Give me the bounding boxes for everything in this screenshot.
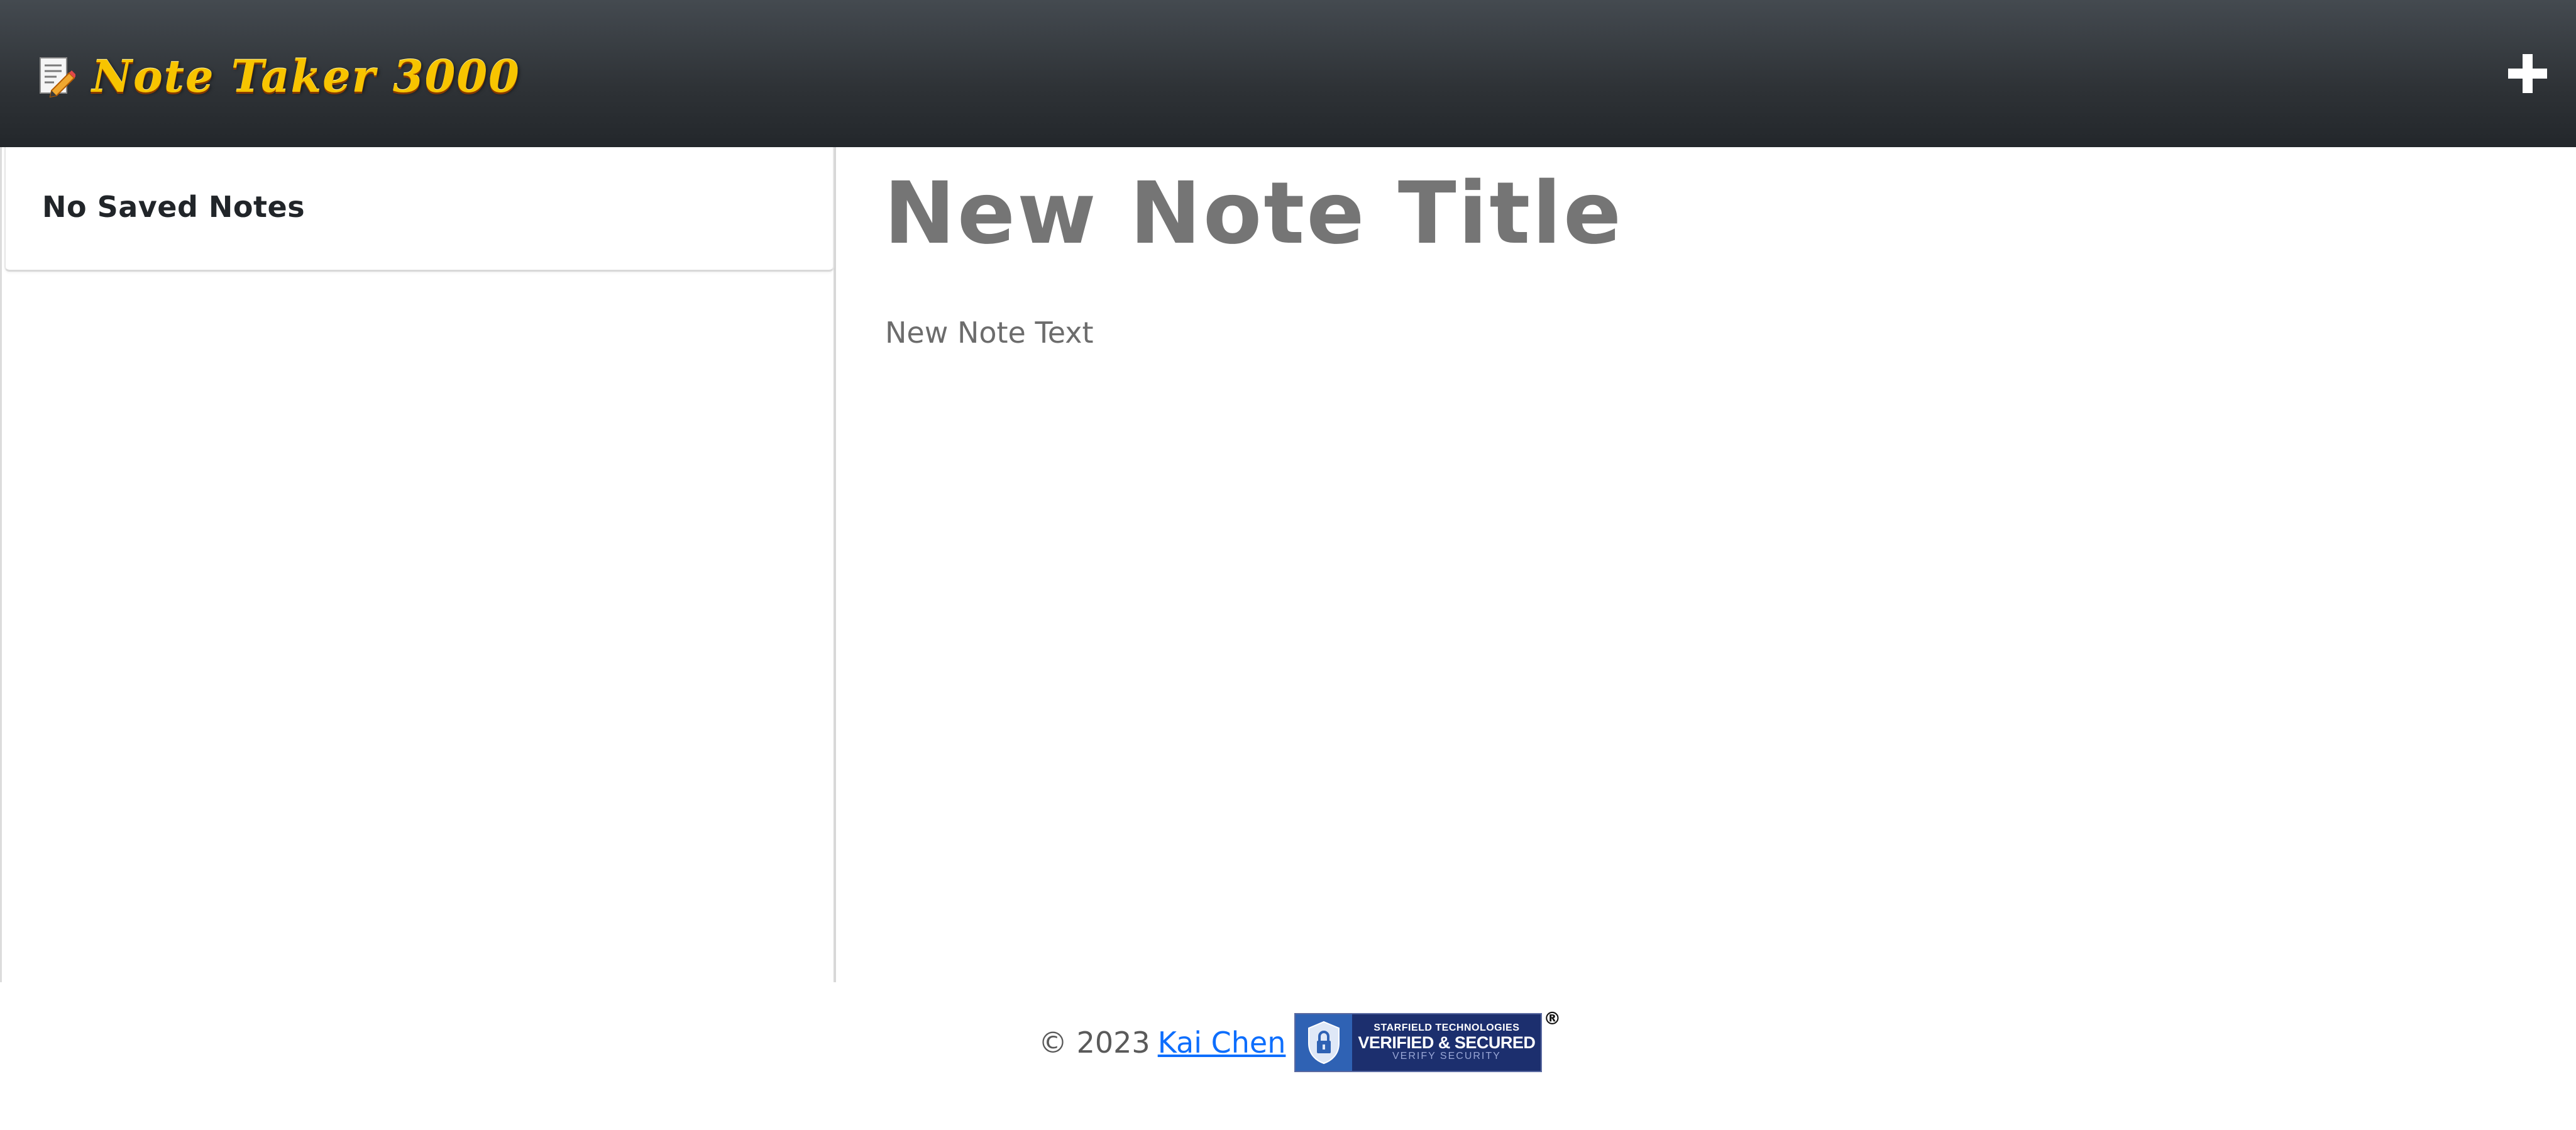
seal-company: STARFIELD TECHNOLOGIES [1373, 1022, 1520, 1034]
navbar: Note Taker 3000 [0, 0, 2576, 147]
seal-text: STARFIELD TECHNOLOGIES VERIFIED & SECURE… [1352, 1014, 1541, 1071]
footer-content: © 2023 Kai Chen STARFIELD TECHNOLOGIES V… [1038, 1008, 1561, 1074]
seal-verified: VERIFIED & SECURED [1358, 1033, 1536, 1052]
lock-shield-icon [1296, 1014, 1353, 1071]
plus-icon [2508, 54, 2547, 93]
note-title-input[interactable] [884, 163, 2518, 264]
footer: © 2023 Kai Chen STARFIELD TECHNOLOGIES V… [0, 982, 2576, 1130]
note-editor [839, 147, 2576, 982]
registered-mark: ® [1543, 1008, 1561, 1029]
notes-list: No Saved Notes [4, 147, 834, 272]
add-note-button[interactable] [2506, 52, 2550, 96]
seal-verify-link: VERIFY SECURITY [1392, 1051, 1501, 1062]
note-text-input[interactable] [885, 316, 2519, 882]
note-pencil-icon [40, 57, 75, 98]
author-link[interactable]: Kai Chen [1158, 1026, 1286, 1060]
security-seal[interactable]: STARFIELD TECHNOLOGIES VERIFIED & SECURE… [1294, 1008, 1561, 1072]
copyright-text: © 2023 [1038, 1026, 1150, 1060]
notes-sidebar: No Saved Notes [0, 147, 836, 982]
app-title: Note Taker 3000 [92, 50, 520, 102]
brand[interactable]: Note Taker 3000 [38, 45, 520, 108]
no-saved-notes-message: No Saved Notes [42, 190, 305, 224]
